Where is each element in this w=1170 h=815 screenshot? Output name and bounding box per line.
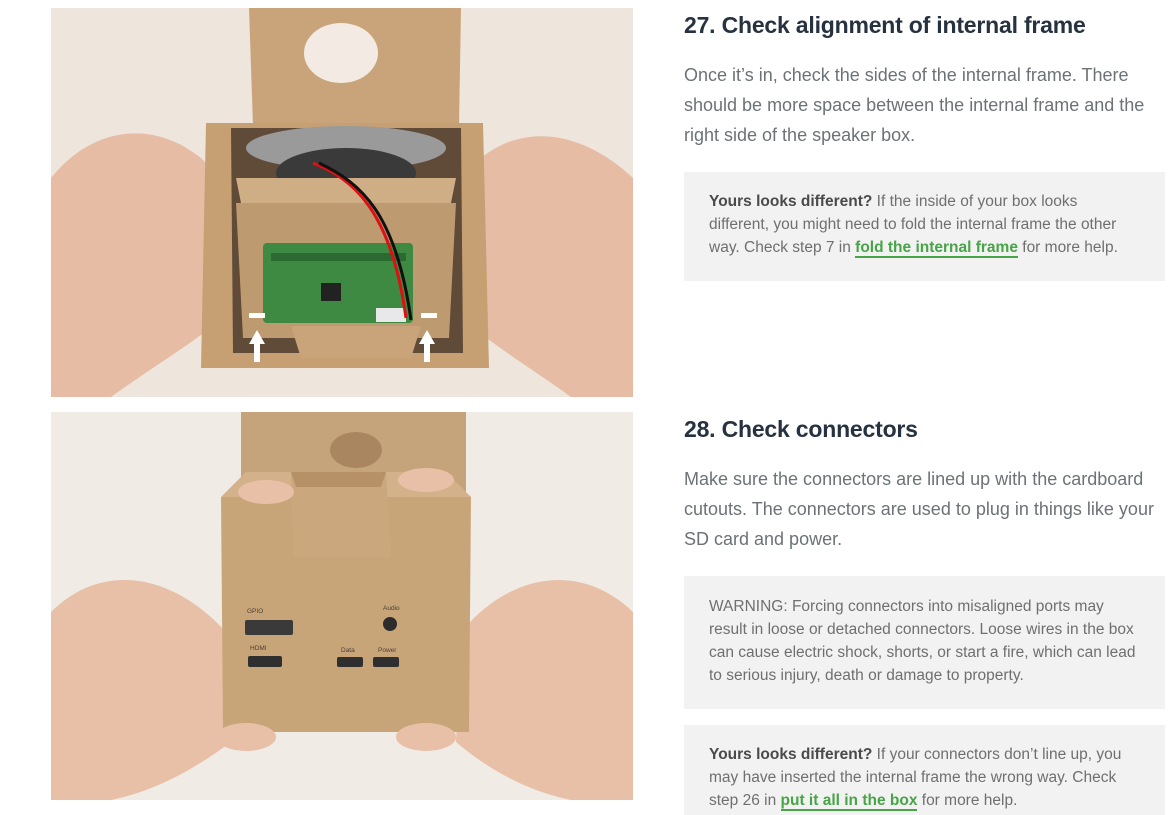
step-28-body: Make sure the connectors are lined up wi…	[684, 469, 1154, 549]
power-label: Power	[378, 647, 397, 654]
step-27-title: 27. Check alignment of internal frame	[684, 12, 1086, 38]
fold-internal-frame-link[interactable]: fold the internal frame	[855, 239, 1018, 258]
photo-connectors: GPIO Audio HDMI Data Power	[51, 412, 633, 800]
step-27-note-tail: for more help.	[1017, 239, 1118, 256]
step-28-title: 28. Check connectors	[684, 416, 918, 442]
internal-frame-image	[51, 8, 633, 397]
step-28-note-lead: Yours looks different?	[709, 746, 873, 763]
step-28-help-note: Yours looks different? If your connector…	[684, 725, 1165, 815]
step-28-warning-text: WARNING: Forcing connectors into misalig…	[709, 598, 1136, 684]
step-28-note-tail: for more help.	[917, 792, 1018, 809]
gpio-label: GPIO	[247, 608, 263, 615]
connectors-image: GPIO Audio HDMI Data Power	[51, 412, 633, 800]
data-label: Data	[341, 647, 355, 654]
photo-internal-frame	[51, 8, 633, 397]
step-28: 28. Check connectors Make sure the conne…	[684, 414, 1166, 815]
step-27-note-lead: Yours looks different?	[709, 193, 873, 210]
step-27-help-note: Yours looks different? If the inside of …	[684, 172, 1165, 281]
step-28-warning: WARNING: Forcing connectors into misalig…	[684, 576, 1165, 709]
step-27: 27. Check alignment of internal frame On…	[684, 10, 1166, 281]
step-27-body: Once it’s in, check the sides of the int…	[684, 65, 1145, 145]
put-it-all-in-the-box-link[interactable]: put it all in the box	[780, 792, 918, 811]
audio-label: Audio	[383, 605, 400, 612]
hdmi-label: HDMI	[250, 645, 267, 652]
page: 27. Check alignment of internal frame On…	[0, 0, 1170, 815]
